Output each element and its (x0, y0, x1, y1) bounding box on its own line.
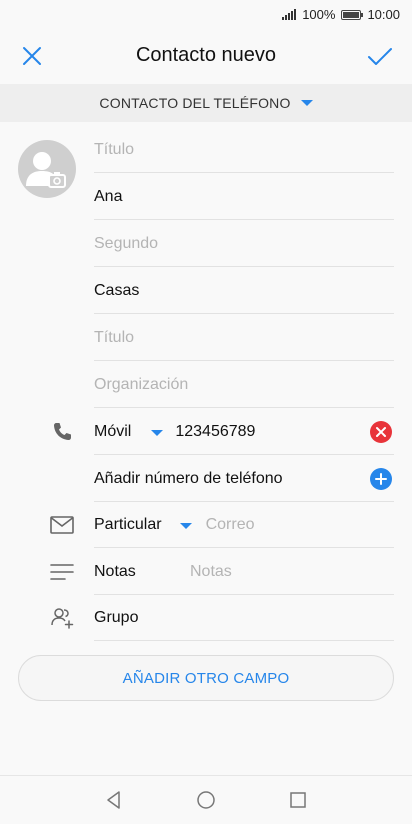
last-name-field[interactable]: Casas (94, 268, 394, 314)
middle-name-field[interactable]: Segundo (94, 221, 394, 267)
back-triangle-icon (107, 791, 120, 809)
add-other-field-button[interactable]: AÑADIR OTRO CAMPO (18, 655, 394, 701)
battery-percent: 100% (302, 7, 336, 22)
phone-field[interactable]: Móvil 123456789 (94, 409, 394, 455)
plus-icon (375, 472, 387, 485)
phone-icon (48, 418, 76, 446)
organization-field[interactable]: Organización (94, 362, 394, 408)
home-button[interactable] (196, 790, 216, 810)
navigation-bar (0, 775, 412, 824)
phone-type-label: Móvil (94, 422, 132, 440)
app-bar: Contacto nuevo (0, 30, 412, 82)
clock: 10:00 (367, 7, 400, 22)
last-name-value: Casas (94, 281, 140, 299)
home-circle-icon (197, 791, 215, 809)
back-button[interactable] (104, 790, 124, 810)
close-icon (376, 426, 386, 437)
first-name-field[interactable]: Ana (94, 174, 394, 220)
email-placeholder[interactable]: Correo (206, 516, 255, 534)
account-label: CONTACTO DEL TELÉFONO (99, 95, 291, 111)
signal-icon (282, 9, 297, 20)
title-prefix-field[interactable]: Título (94, 127, 394, 173)
notes-icon (48, 558, 76, 586)
dropdown-arrow-icon (179, 522, 192, 529)
add-photo-icon (26, 152, 66, 188)
recents-square-icon (290, 792, 306, 808)
organization-placeholder: Organización (94, 375, 189, 393)
notes-placeholder[interactable]: Notas (190, 563, 232, 581)
email-field[interactable]: Particular Correo (94, 502, 394, 548)
dropdown-arrow-icon (151, 429, 164, 436)
title-prefix-placeholder: Título (94, 140, 135, 158)
save-button[interactable] (366, 42, 394, 70)
email-icon (48, 511, 76, 539)
notes-label: Notas (94, 562, 136, 580)
title-suffix-placeholder: Título (94, 328, 135, 346)
phone-number-value[interactable]: 123456789 (175, 423, 255, 441)
add-phone-button[interactable] (370, 467, 392, 490)
add-phone-label: Añadir número de teléfono (94, 469, 283, 487)
status-bar: 100% 10:00 (0, 0, 412, 30)
add-phone-row[interactable]: Añadir número de teléfono (94, 456, 394, 502)
group-icon (48, 604, 76, 632)
middle-name-placeholder: Segundo (94, 234, 159, 252)
check-icon (368, 48, 392, 65)
dropdown-arrow-icon (300, 100, 313, 106)
first-name-value: Ana (94, 187, 123, 205)
email-type-label: Particular (94, 515, 162, 533)
recents-button[interactable] (288, 790, 308, 810)
title-suffix-field[interactable]: Título (94, 315, 394, 361)
page-title: Contacto nuevo (135, 44, 277, 66)
notes-field[interactable]: Notas Notas (94, 549, 394, 595)
email-type-select[interactable]: Particular (94, 516, 192, 534)
phone-type-select[interactable]: Móvil (94, 422, 164, 441)
battery-icon (341, 9, 364, 20)
contact-photo-button[interactable] (18, 140, 76, 198)
group-label: Grupo (94, 608, 139, 626)
account-selector[interactable]: CONTACTO DEL TELÉFONO (0, 84, 412, 122)
group-field[interactable]: Grupo (94, 595, 394, 641)
delete-phone-button[interactable] (370, 420, 392, 443)
